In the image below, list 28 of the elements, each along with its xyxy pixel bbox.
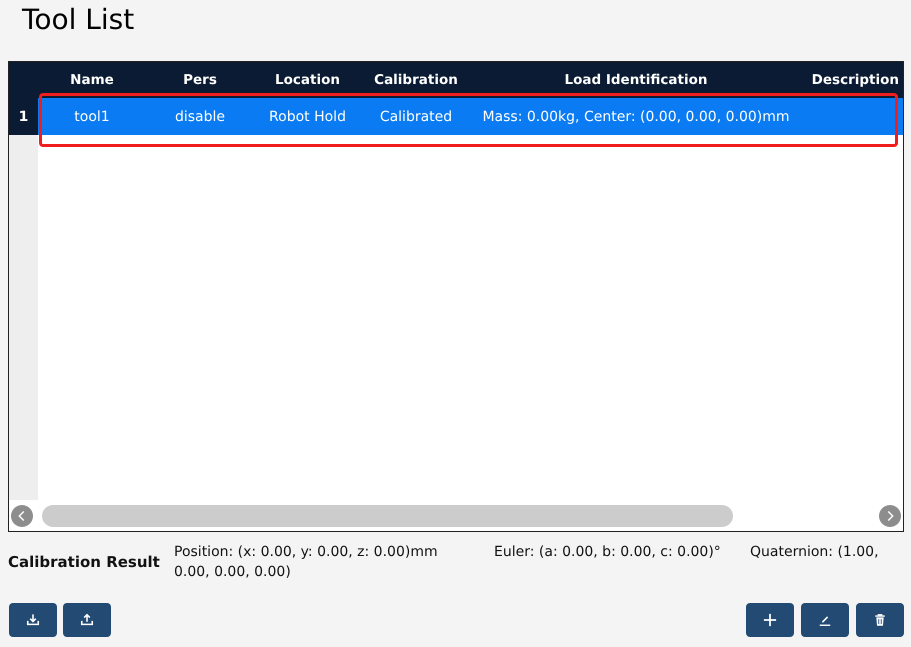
column-header[interactable]: Calibration	[374, 72, 458, 88]
delete-button[interactable]	[856, 603, 904, 637]
plus-icon	[763, 613, 777, 627]
column-header[interactable]: Load Identification	[564, 72, 708, 88]
calibration-result-label: Calibration Result	[8, 553, 161, 571]
table-cell: disable	[174, 108, 226, 124]
column-header[interactable]: Description	[812, 72, 903, 88]
table-row[interactable]: tool1 disable Robot Hold Calibrated Mass: 0.00kg, Center: (0.00, 0.00, 0.00)mm	[38, 98, 903, 135]
row-number: 1	[9, 98, 38, 135]
trash-icon	[873, 613, 887, 627]
table-cell: tool1	[74, 108, 110, 124]
add-button[interactable]	[746, 603, 794, 637]
upload-button[interactable]	[63, 603, 111, 637]
column-header[interactable]: Location	[275, 72, 340, 88]
page-title: Tool List	[22, 2, 134, 38]
scroll-right-icon[interactable]	[879, 504, 901, 526]
column-header[interactable]: Name	[70, 72, 114, 88]
upload-icon	[80, 613, 94, 627]
scrollbar-thumb[interactable]	[42, 504, 733, 526]
edit-button[interactable]	[801, 603, 849, 637]
table-cell: Mass: 0.00kg, Center: (0.00, 0.00, 0.00)mm	[482, 108, 790, 124]
table-cell: Robot Hold	[269, 108, 346, 124]
calibration-values-text: Position: (x: 0.00, y: 0.00, z: 0.00)mm Euler: (a: 0.00, b: 0.00, c: 0.00)° Quaternion: (1.00, 0.00, 0.00, 0.00)	[174, 543, 880, 582]
table-cell: Calibrated	[380, 108, 452, 124]
scroll-left-icon[interactable]	[11, 504, 33, 526]
column-header[interactable]: Pers	[183, 72, 217, 88]
download-icon	[26, 613, 40, 627]
download-button[interactable]	[9, 603, 57, 637]
